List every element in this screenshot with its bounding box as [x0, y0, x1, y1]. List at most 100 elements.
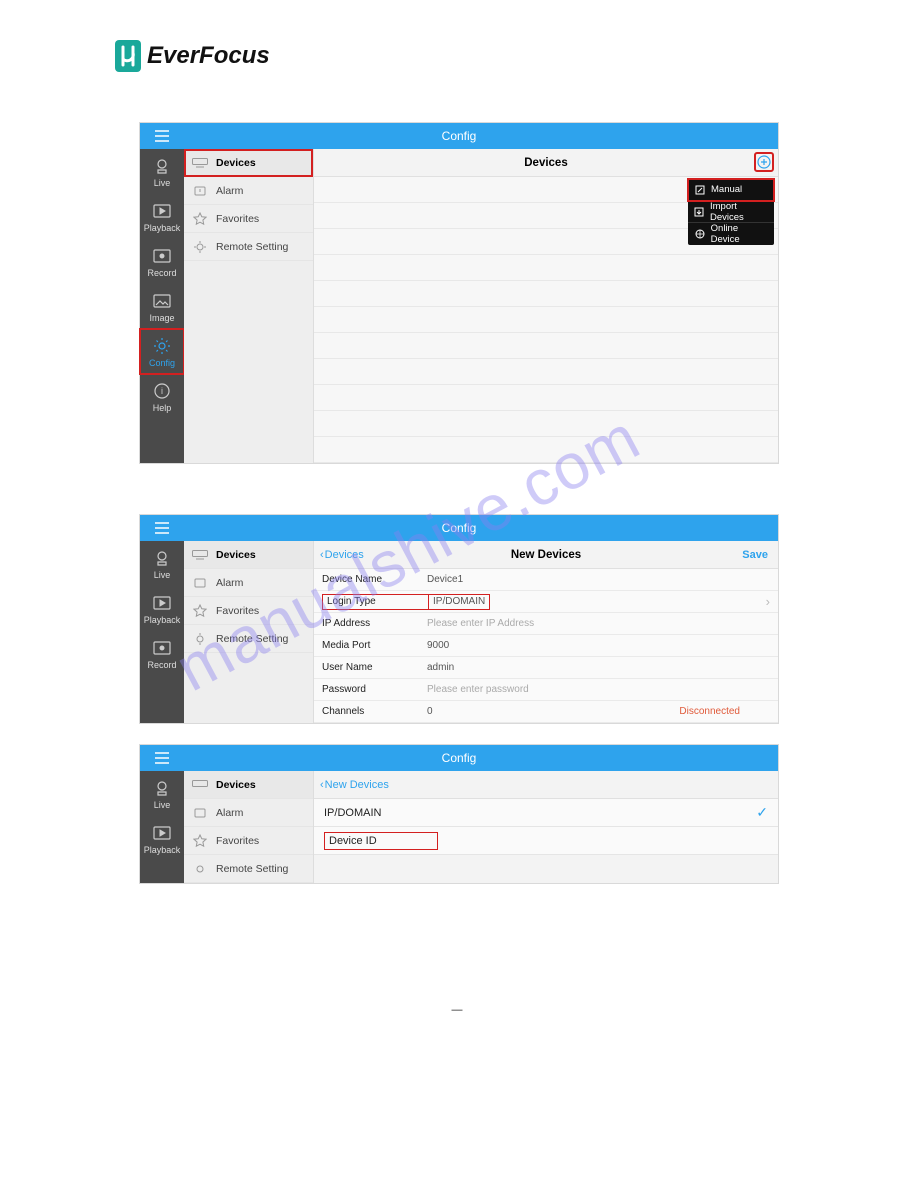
settings-label: Remote Setting	[216, 633, 288, 645]
settings-label: Devices	[216, 779, 256, 791]
nav-record[interactable]: Record	[140, 239, 184, 284]
settings-devices[interactable]: Devices	[184, 149, 313, 177]
form-label: IP Address	[322, 618, 427, 629]
settings-label: Devices	[216, 157, 256, 169]
main-header: ‹ Devices New Devices Save	[314, 541, 778, 569]
settings-label: Devices	[216, 549, 256, 561]
record-icon	[152, 639, 172, 657]
settings-favorites[interactable]: Favorites	[184, 827, 313, 855]
nav-record[interactable]: Record	[140, 631, 184, 676]
alarm-icon	[192, 184, 208, 198]
settings-devices[interactable]: Devices	[184, 541, 313, 569]
option-ip-domain[interactable]: IP/DOMAIN ✓	[314, 799, 778, 827]
device-form: Device Name Device1 Login TypeIP/DOMAIN …	[314, 569, 778, 723]
form-value: 0	[427, 706, 433, 717]
topbar-title: Config	[140, 129, 778, 143]
gear-icon	[152, 337, 172, 355]
popup-label: Online Device	[711, 223, 768, 245]
topbar: Config	[140, 123, 778, 149]
settings-alarm[interactable]: Alarm	[184, 177, 313, 205]
popup-online[interactable]: Online Device	[688, 223, 774, 245]
nav-image[interactable]: Image	[140, 284, 184, 329]
camera-icon	[152, 157, 172, 175]
globe-icon	[694, 228, 706, 240]
settings-label: Alarm	[216, 807, 243, 819]
settings-favorites[interactable]: Favorites	[184, 205, 313, 233]
save-button[interactable]: Save	[742, 549, 768, 561]
settings-devices[interactable]: Devices	[184, 771, 313, 799]
settings-remote[interactable]: Remote Setting	[184, 855, 313, 883]
field-media-port[interactable]: Media Port 9000	[314, 635, 778, 657]
brand-logo: EverFocus	[115, 40, 858, 72]
field-device-name[interactable]: Device Name Device1	[314, 569, 778, 591]
nav-label: Live	[154, 178, 171, 188]
left-nav: Live Playback Record Image Config	[140, 149, 184, 463]
help-icon: i	[152, 382, 172, 400]
nav-live[interactable]: Live	[140, 771, 184, 816]
connection-status: Disconnected	[679, 706, 770, 717]
settings-remote[interactable]: Remote Setting	[184, 625, 313, 653]
nav-help[interactable]: i Help	[140, 374, 184, 419]
menu-button[interactable]	[140, 745, 184, 771]
form-placeholder: Please enter IP Address	[427, 618, 534, 629]
back-button[interactable]: ‹ New Devices	[320, 779, 389, 791]
settings-label: Alarm	[216, 577, 243, 589]
menu-button[interactable]	[140, 515, 184, 541]
left-nav: Live Playback	[140, 771, 184, 883]
devices-icon	[192, 548, 208, 562]
import-icon	[694, 206, 705, 218]
main-panel: ‹ Devices New Devices Save Device Name D…	[314, 541, 778, 723]
field-login-type[interactable]: Login TypeIP/DOMAIN ›	[314, 591, 778, 613]
main-header: ‹ New Devices	[314, 771, 778, 799]
field-ip-address[interactable]: IP Address Please enter IP Address	[314, 613, 778, 635]
nav-live[interactable]: Live	[140, 149, 184, 194]
nav-live[interactable]: Live	[140, 541, 184, 586]
settings-favorites[interactable]: Favorites	[184, 597, 313, 625]
alarm-icon	[192, 576, 208, 590]
field-user-name[interactable]: User Name admin	[314, 657, 778, 679]
option-device-id[interactable]: Device ID	[314, 827, 778, 855]
nav-label: Config	[149, 358, 175, 368]
nav-label: Help	[153, 403, 172, 413]
logo-mark-icon	[115, 40, 141, 72]
nav-label: Playback	[144, 615, 181, 625]
settings-panel: Devices Alarm Favorites Remote Setting	[184, 541, 314, 723]
form-label: Channels	[322, 706, 427, 717]
main-header: Devices	[314, 149, 778, 177]
popup-manual[interactable]: Manual	[688, 179, 774, 201]
back-button[interactable]: ‹ Devices	[320, 549, 364, 561]
main-panel: ‹ New Devices IP/DOMAIN ✓ Device ID	[314, 771, 778, 883]
nav-playback[interactable]: Playback	[140, 586, 184, 631]
form-value: admin	[427, 662, 454, 673]
playback-icon	[152, 824, 172, 842]
chevron-left-icon: ‹	[320, 779, 324, 791]
settings-alarm[interactable]: Alarm	[184, 569, 313, 597]
form-value: IP/DOMAIN	[433, 596, 485, 607]
settings-label: Remote Setting	[216, 863, 288, 875]
settings-label: Alarm	[216, 185, 243, 197]
camera-icon	[152, 779, 172, 797]
popup-import[interactable]: Import Devices	[688, 201, 774, 223]
option-label: Device ID	[324, 832, 438, 850]
app-window-3: Config Live Playback Devices	[139, 744, 779, 884]
nav-config[interactable]: Config	[140, 329, 184, 374]
edit-icon	[694, 184, 706, 196]
settings-label: Remote Setting	[216, 241, 288, 253]
remote-icon	[192, 632, 208, 646]
nav-label: Live	[154, 570, 171, 580]
nav-playback[interactable]: Playback	[140, 816, 184, 861]
nav-label: Record	[147, 268, 176, 278]
app-window-1: Config Live Playback Record I	[139, 122, 779, 464]
field-password[interactable]: Password Please enter password	[314, 679, 778, 701]
topbar-title: Config	[140, 751, 778, 765]
add-device-button[interactable]	[754, 152, 774, 172]
menu-button[interactable]	[140, 123, 184, 149]
form-label: User Name	[322, 662, 427, 673]
settings-remote[interactable]: Remote Setting	[184, 233, 313, 261]
playback-icon	[152, 594, 172, 612]
chevron-right-icon: ›	[766, 594, 770, 609]
nav-playback[interactable]: Playback	[140, 194, 184, 239]
field-channels[interactable]: Channels 0 Disconnected	[314, 701, 778, 723]
camera-icon	[152, 549, 172, 567]
settings-alarm[interactable]: Alarm	[184, 799, 313, 827]
